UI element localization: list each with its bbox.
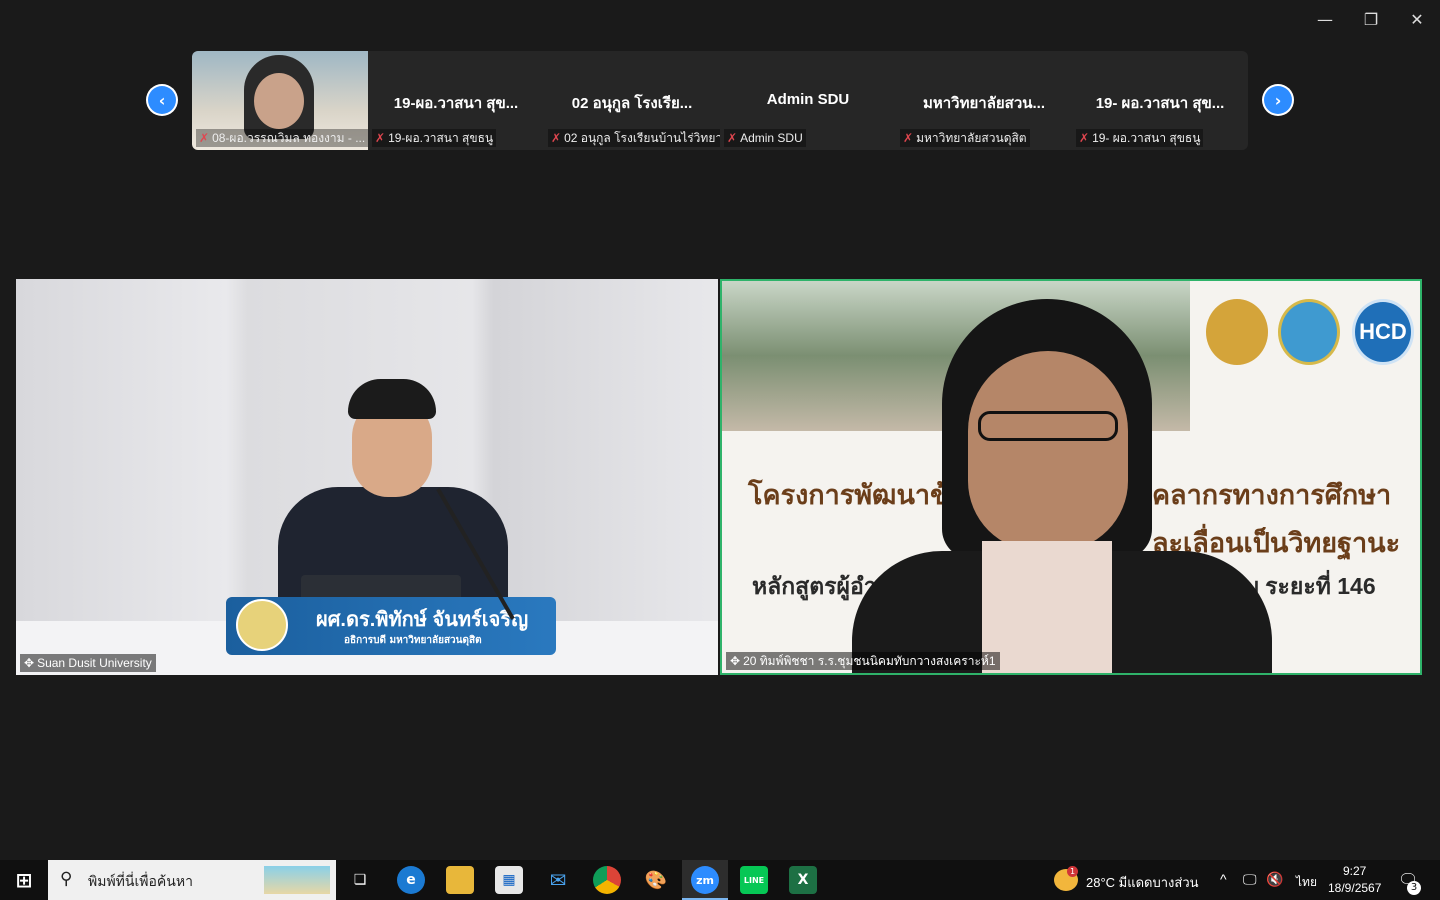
participant-name: มหาวิทยาลัยสวนดุสิต bbox=[916, 130, 1027, 145]
clock-time[interactable]: 9:27 bbox=[1343, 864, 1366, 878]
weather-text[interactable]: 28°C มีแดดบางส่วน bbox=[1086, 872, 1199, 893]
search-placeholder: พิมพ์ที่นี่เพื่อค้นหา bbox=[88, 873, 193, 889]
participant-tile[interactable]: Admin SDU ✗ Admin SDU bbox=[720, 51, 896, 150]
participant-tile[interactable]: มหาวิทยาลัยสวน... ✗ มหาวิทยาลัยสวนดุสิต bbox=[896, 51, 1072, 150]
store-icon[interactable]: ▦ bbox=[495, 866, 523, 894]
participant-label: ✗ 19- ผอ.วาสนา สุขธนู bbox=[1076, 129, 1204, 147]
mic-off-icon: ✗ bbox=[551, 131, 562, 145]
participant-tag: ✥ 20 ทิมพ์พิชชา ร.ร.ชุมชนนิคมทับกวางสงเค… bbox=[726, 652, 1000, 670]
participant-name: 19-ผอ.วาสนา สุขธนู bbox=[388, 130, 494, 145]
participant-label: ✗ Admin SDU bbox=[724, 129, 806, 147]
video-panel-left[interactable]: ผศ.ดร.พิทักษ์ จันทร์เจริญ อธิการบดี มหาว… bbox=[16, 279, 718, 675]
language-indicator[interactable]: ไทย bbox=[1296, 873, 1317, 892]
participant-tile[interactable]: 02 อนุกูล โรงเรีย... ✗ 02 อนุกูล โรงเรีย… bbox=[544, 51, 720, 150]
mail-icon[interactable]: ✉ bbox=[544, 866, 572, 894]
participant-label: ✗ มหาวิทยาลัยสวนดุสิต bbox=[900, 129, 1030, 147]
participant-tag: ✥ Suan Dusit University bbox=[20, 654, 156, 672]
file-explorer-icon[interactable] bbox=[446, 866, 474, 894]
edge-icon[interactable]: e bbox=[397, 866, 425, 894]
participant-label: ✗ 19-ผอ.วาสนา สุขธนู bbox=[372, 129, 497, 147]
participant-name: Suan Dusit University bbox=[37, 656, 152, 670]
mic-off-icon: ✗ bbox=[375, 131, 386, 145]
participant-name: Admin SDU bbox=[740, 131, 803, 145]
close-button[interactable]: ✕ bbox=[1405, 8, 1429, 32]
volume-muted-icon[interactable]: 🔇 bbox=[1266, 871, 1283, 888]
video-panel-right-active[interactable]: HCD โครงการพัฒนาข้ คลากรทางการศึกษา ละเล… bbox=[720, 279, 1422, 675]
taskbar-search[interactable]: ⚲ พิมพ์ที่นี่เพื่อค้นหา bbox=[48, 860, 336, 900]
university-logo-icon bbox=[1278, 299, 1340, 365]
chevron-up-icon[interactable]: ^ bbox=[1220, 871, 1227, 887]
presenter-face bbox=[968, 351, 1128, 551]
slide-title-part2: คลากรทางการศึกษา bbox=[1152, 480, 1392, 510]
participant-name: 08-ผอ.วรรณวิมล ทองงาม - ... bbox=[212, 130, 366, 145]
mic-off-icon: ✗ bbox=[1079, 131, 1090, 145]
search-icon: ⚲ bbox=[60, 869, 73, 889]
paint-icon[interactable]: 🎨 bbox=[642, 866, 670, 894]
presenter-blouse bbox=[982, 541, 1112, 673]
zoom-taskbar-active[interactable]: zm bbox=[682, 860, 728, 900]
participant-label: ✗ 02 อนุกูล โรงเรียนบ้านไร่วิทยา bbox=[548, 129, 720, 147]
excel-icon[interactable]: X bbox=[789, 866, 817, 894]
windows-taskbar: ⊞ ⚲ พิมพ์ที่นี่เพื่อค้นหา ❏ e ▦ ✉ 🎨 zm L… bbox=[0, 860, 1440, 900]
windows-start-icon[interactable]: ⊞ bbox=[10, 866, 38, 894]
participant-display-name: 19-ผอ.วาสนา สุข... bbox=[393, 95, 519, 112]
speaker-name: ผศ.ดร.พิทักษ์ จันทร์เจริญ bbox=[316, 609, 529, 631]
minimize-button[interactable]: — bbox=[1313, 8, 1337, 32]
search-highlight-image bbox=[264, 866, 330, 894]
participant-display-name: Admin SDU bbox=[766, 91, 850, 108]
obec-logo-icon bbox=[1206, 299, 1268, 365]
chrome-icon[interactable] bbox=[593, 866, 621, 894]
mic-off-icon: ✗ bbox=[199, 131, 210, 145]
network-icon[interactable]: 🖵 bbox=[1243, 871, 1257, 888]
participant-tile[interactable]: ✗ 08-ผอ.วรรณวิมล ทองงาม - ... bbox=[192, 51, 368, 150]
speaker-title: อธิการบดี มหาวิทยาลัยสวนดุสิต bbox=[344, 635, 482, 646]
slide-title-part1: โครงการพัฒนาข้ bbox=[748, 480, 949, 510]
weather-badge: 1 bbox=[1067, 866, 1078, 877]
notification-badge: 3 bbox=[1407, 881, 1421, 895]
participant-name: 02 อนุกูล โรงเรียนบ้านไร่วิทยา bbox=[564, 130, 720, 145]
speaker-hair bbox=[348, 379, 436, 419]
participant-label: ✗ 08-ผอ.วรรณวิมล ทองงาม - ... bbox=[196, 129, 368, 147]
participant-tile[interactable]: 19-ผอ.วาสนา สุข... ✗ 19-ผอ.วาสนา สุขธนู bbox=[368, 51, 544, 150]
mic-off-icon: ✗ bbox=[727, 131, 738, 145]
participant-display-name: มหาวิทยาลัยสวน... bbox=[922, 95, 1046, 112]
pin-icon: ✥ bbox=[24, 656, 35, 670]
chevron-left-icon: ‹ bbox=[148, 86, 176, 114]
participant-tile[interactable]: 19- ผอ.วาสนา สุข... ✗ 19- ผอ.วาสนา สุขธน… bbox=[1072, 51, 1248, 150]
participant-face bbox=[254, 73, 304, 129]
restore-button[interactable]: ❐ bbox=[1359, 8, 1383, 32]
university-logo-icon bbox=[236, 599, 288, 651]
participant-display-name: 19- ผอ.วาสนา สุข... bbox=[1095, 95, 1225, 112]
participant-display-name: 02 อนุกูล โรงเรีย... bbox=[571, 95, 693, 112]
filmstrip-next-button[interactable]: › bbox=[1262, 84, 1294, 116]
glasses bbox=[978, 411, 1118, 441]
pin-icon: ✥ bbox=[730, 654, 741, 668]
filmstrip-prev-button[interactable]: ‹ bbox=[146, 84, 178, 116]
participant-name: 20 ทิมพ์พิชชา ร.ร.ชุมชนนิคมทับกวางสงเครา… bbox=[743, 653, 996, 668]
clock-date[interactable]: 18/9/2567 bbox=[1328, 881, 1381, 895]
zoom-icon: zm bbox=[691, 866, 719, 894]
hcd-logo-icon: HCD bbox=[1352, 299, 1414, 365]
participant-name: 19- ผอ.วาสนา สุขธนู bbox=[1092, 130, 1201, 145]
chevron-right-icon: › bbox=[1264, 86, 1292, 114]
participant-filmstrip: ✗ 08-ผอ.วรรณวิมล ทองงาม - ... 19-ผอ.วาสน… bbox=[192, 51, 1248, 150]
line-icon[interactable]: LINE bbox=[740, 866, 768, 894]
task-view-icon[interactable]: ❏ bbox=[346, 866, 374, 894]
mic-off-icon: ✗ bbox=[903, 131, 914, 145]
